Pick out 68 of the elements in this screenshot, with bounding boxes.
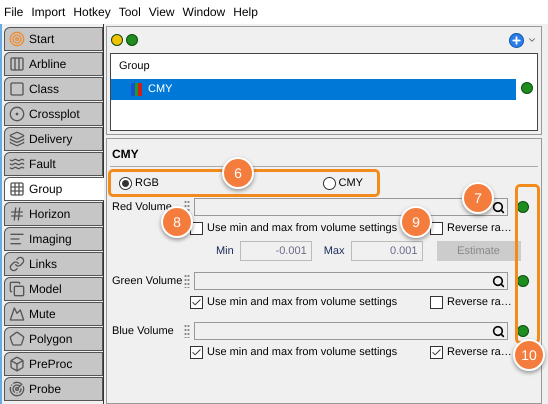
columns-icon xyxy=(9,56,25,72)
waves-icon xyxy=(9,156,25,172)
menu-item[interactable]: Hotkey xyxy=(73,3,111,21)
sidebar-tab[interactable]: PreProc xyxy=(4,352,103,376)
sidebar-tab[interactable]: Imaging xyxy=(4,227,103,251)
max-label: Max xyxy=(324,244,345,259)
checkbox-label: Use min and max from volume settings xyxy=(207,294,398,310)
target-icon xyxy=(9,31,25,47)
volume-field[interactable] xyxy=(194,322,508,340)
sidebar-tab[interactable]: Fault xyxy=(4,152,103,176)
radio-label: CMY xyxy=(338,176,363,191)
checkbox[interactable] xyxy=(190,296,203,308)
sidebar-tab[interactable]: Start xyxy=(4,27,103,51)
checkbox[interactable] xyxy=(430,346,443,358)
search-icon[interactable] xyxy=(492,200,505,214)
checkbox-label: Reverse ra… xyxy=(447,220,512,236)
sidebar-tab[interactable]: Delivery xyxy=(4,127,103,151)
sidebar-tab[interactable]: Mute xyxy=(4,302,103,326)
grip-icon xyxy=(184,324,190,338)
grip-icon xyxy=(184,274,190,288)
link-icon xyxy=(9,256,25,272)
lines-icon xyxy=(9,231,25,247)
checkbox-label: Reverse ra… xyxy=(447,294,512,310)
checkbox-label: Use min and max from volume settings xyxy=(207,344,398,360)
dotted-circle-icon xyxy=(9,106,25,122)
hash-icon xyxy=(9,206,25,222)
sidebar-tab[interactable]: Model xyxy=(4,277,103,301)
checkbox[interactable] xyxy=(190,346,203,358)
menu-item[interactable]: Import xyxy=(31,3,66,21)
layers-icon xyxy=(9,131,25,147)
sidebar-tab[interactable]: Arbline xyxy=(4,52,103,76)
menu-item[interactable]: Help xyxy=(233,3,258,21)
checkbox[interactable] xyxy=(430,222,443,234)
search-icon[interactable] xyxy=(492,324,505,338)
square-icon xyxy=(9,81,25,97)
pentagon-icon xyxy=(9,331,25,347)
field-label: Red Volume xyxy=(112,200,173,215)
checkbox-label: Use min and max from volume settings xyxy=(207,220,398,236)
color-cubes-icon xyxy=(131,83,142,96)
copy-icon xyxy=(9,281,25,297)
checkbox[interactable] xyxy=(430,296,443,308)
radio-label: RGB xyxy=(135,176,159,191)
sidebar-tab[interactable]: Group xyxy=(4,177,104,201)
search-icon[interactable] xyxy=(492,274,505,288)
sidebar-tab[interactable]: Polygon xyxy=(4,327,103,351)
min-label: Min xyxy=(216,244,234,259)
field-label: Blue Volume xyxy=(112,324,175,339)
volume-field[interactable] xyxy=(194,272,508,290)
sidebar-tab[interactable]: Probe xyxy=(4,377,103,401)
sidebar-tab[interactable]: Links xyxy=(4,252,103,276)
radar-icon xyxy=(9,381,25,397)
grid-icon xyxy=(9,181,25,197)
tree-item[interactable]: CMY xyxy=(111,79,516,100)
menu-item[interactable]: File xyxy=(4,3,24,21)
menu-item[interactable]: View xyxy=(148,3,175,21)
tree-header: Group xyxy=(118,59,151,74)
add-icon[interactable] xyxy=(509,32,524,48)
sidebar-tab[interactable]: Class xyxy=(4,77,103,101)
menu-item[interactable]: Tool xyxy=(118,3,141,21)
sidebar-tab[interactable]: Horizon xyxy=(4,202,103,226)
checkbox-label: Reverse ra… xyxy=(447,344,512,360)
menu-item[interactable]: Window xyxy=(182,3,226,21)
radio-button[interactable] xyxy=(119,176,132,190)
box-icon xyxy=(9,356,25,372)
sidebar-tab[interactable]: Crossplot xyxy=(4,102,103,126)
field-label: Green Volume xyxy=(112,274,184,289)
mountain-icon xyxy=(9,306,25,322)
radio-button[interactable] xyxy=(322,176,336,190)
